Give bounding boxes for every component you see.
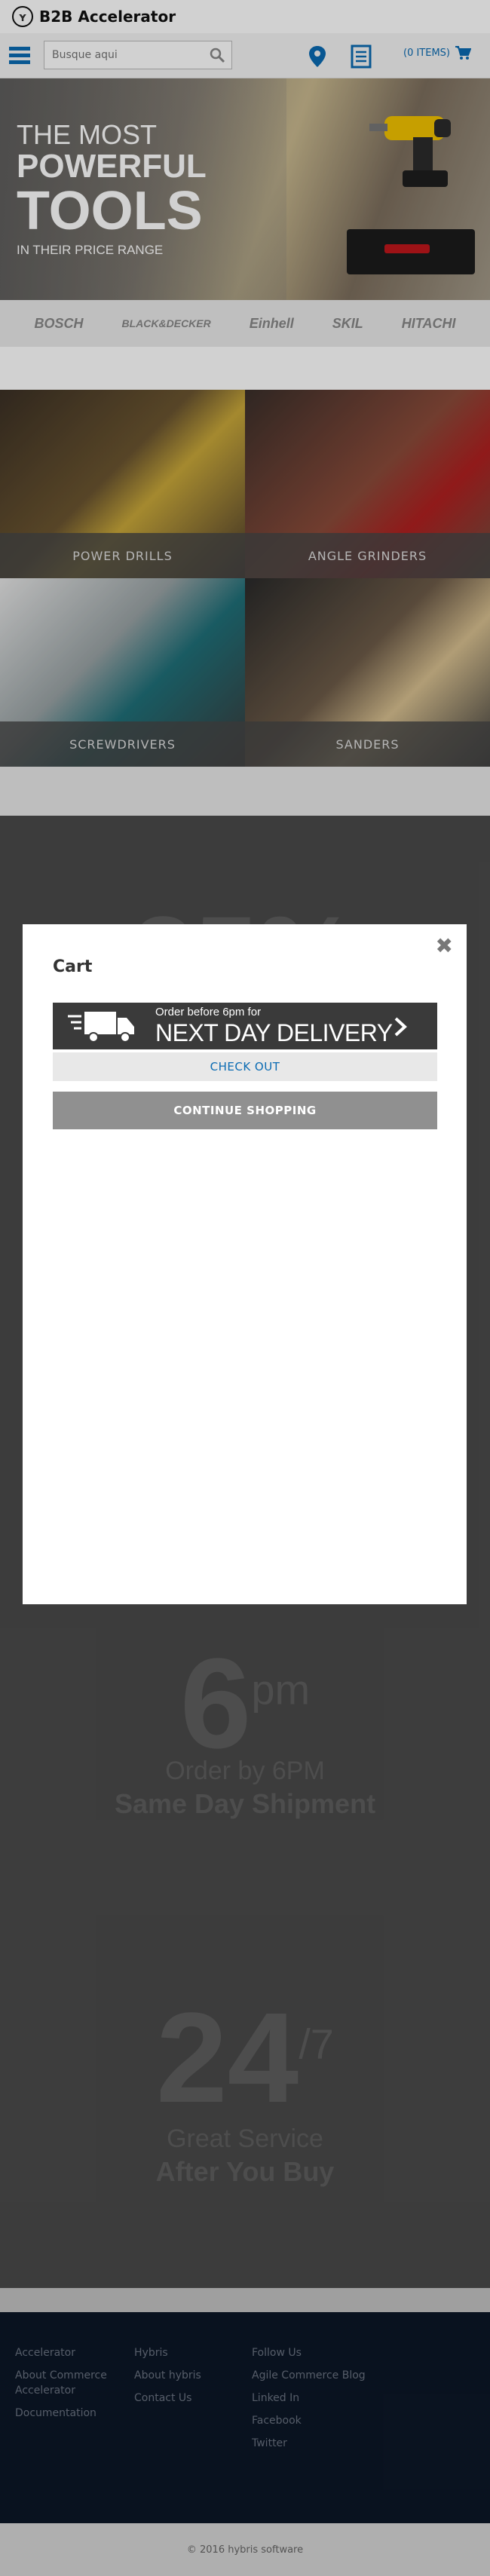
delivery-truck-icon xyxy=(68,1012,134,1043)
delivery-small-text: Order before 6pm for xyxy=(155,1006,262,1018)
close-icon[interactable]: ✖ xyxy=(436,933,453,958)
chevron-right-icon xyxy=(394,1017,407,1037)
continue-shopping-button[interactable]: CONTINUE SHOPPING xyxy=(53,1092,437,1129)
next-day-delivery-banner[interactable]: Order before 6pm for NEXT DAY DELIVERY xyxy=(53,1003,437,1049)
check-out-button[interactable]: CHECK OUT xyxy=(53,1052,437,1081)
modal-title: Cart xyxy=(53,957,93,976)
delivery-big-text: NEXT DAY DELIVERY xyxy=(155,1019,393,1046)
cart-modal: Cart ✖ Order before 6pm for NEXT DAY DEL… xyxy=(23,924,467,1604)
